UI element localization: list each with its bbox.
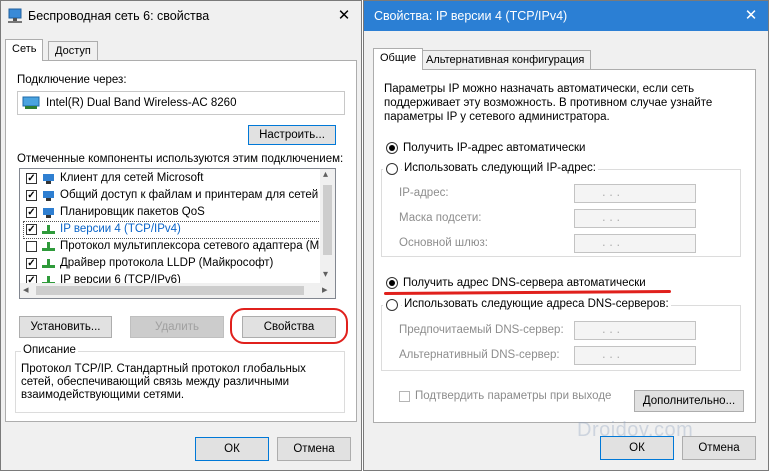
- scroll-left-icon[interactable]: ◂: [23, 283, 29, 296]
- radio-manual-ip-label[interactable]: Использовать следующий IP-адрес:: [402, 162, 598, 174]
- component-row-2[interactable]: ✓ Планировщик пакетов QoS: [24, 205, 320, 221]
- configure-button[interactable]: Настроить...: [248, 125, 336, 145]
- scroll-down-icon[interactable]: ▾: [323, 269, 328, 280]
- component-checkbox-3[interactable]: ✓: [26, 224, 37, 235]
- components-label: Отмеченные компоненты используются этим …: [17, 153, 344, 165]
- file-sharing-icon: [43, 191, 54, 201]
- protocol-icon: [42, 259, 55, 268]
- description-line-2: взаимодействующими сетями.: [21, 389, 185, 401]
- component-row-5[interactable]: ✓ Драйвер протокола LLDP (Майкрософт): [24, 256, 320, 272]
- network-properties-window: Беспроводная сеть 6: свойства ✕ Сеть Дос…: [0, 0, 362, 471]
- protocol-icon: [42, 225, 55, 234]
- tab-general[interactable]: Общие: [373, 48, 424, 70]
- components-list: ✓ Клиент для сетей Microsoft ✓ Общий дос…: [19, 168, 336, 299]
- left-tab-panel: Подключение через: Intel(R) Dual Band Wi…: [5, 60, 357, 422]
- gateway-input[interactable]: . . .: [574, 234, 696, 253]
- component-checkbox-2[interactable]: ✓: [26, 207, 37, 218]
- subnet-label: Маска подсети:: [399, 212, 482, 224]
- radio-manual-ip[interactable]: [386, 163, 398, 175]
- component-label-2: Планировщик пакетов QoS: [60, 206, 205, 218]
- component-row-0[interactable]: ✓ Клиент для сетей Microsoft: [24, 171, 320, 187]
- component-checkbox-1[interactable]: ✓: [26, 190, 37, 201]
- right-window-title: Свойства: IP версии 4 (TCP/IPv4): [374, 9, 568, 23]
- ip-address-dots: . . .: [602, 184, 621, 199]
- tab-sharing[interactable]: Доступ: [48, 41, 98, 61]
- intro-line-1: поддерживает эту возможность. В противно…: [384, 97, 713, 109]
- scroll-up-icon[interactable]: ▴: [323, 169, 328, 180]
- component-label-1: Общий доступ к файлам и принтерам для се…: [60, 189, 334, 201]
- radio-auto-dns[interactable]: [386, 277, 398, 289]
- left-titlebar[interactable]: Беспроводная сеть 6: свойства ✕: [1, 1, 361, 31]
- subnet-input[interactable]: . . .: [574, 209, 696, 228]
- component-label-0: Клиент для сетей Microsoft: [60, 172, 204, 184]
- scroll-thumb[interactable]: [323, 185, 332, 255]
- properties-highlight-ellipse: [230, 308, 348, 344]
- component-label-5: Драйвер протокола LLDP (Майкрософт): [60, 257, 274, 269]
- preferred-dns-input[interactable]: . . .: [574, 321, 696, 340]
- client-network-icon: [43, 174, 54, 184]
- alternate-dns-dots: . . .: [602, 346, 621, 361]
- left-ok-button[interactable]: ОК: [195, 437, 269, 461]
- tab-network[interactable]: Сеть: [5, 39, 44, 61]
- radio-auto-ip-label[interactable]: Получить IP-адрес автоматически: [403, 142, 585, 154]
- advanced-button[interactable]: Дополнительно...: [634, 390, 744, 412]
- component-checkbox-4[interactable]: [26, 241, 37, 252]
- preferred-dns-dots: . . .: [602, 321, 621, 336]
- remove-button[interactable]: Удалить: [130, 316, 224, 338]
- component-checkbox-5[interactable]: ✓: [26, 258, 37, 269]
- description-line-1: сетей, обеспечивающий связь между различ…: [21, 376, 290, 388]
- intro-line-0: Параметры IP можно назначать автоматичес…: [384, 83, 695, 95]
- radio-manual-dns-label[interactable]: Использовать следующие адреса DNS-сервер…: [402, 298, 671, 310]
- validate-label[interactable]: Подтвердить параметры при выходе: [415, 390, 611, 402]
- gateway-dots: . . .: [602, 234, 621, 249]
- intro-line-2: параметры IP у сетевого администратора.: [384, 111, 610, 123]
- component-label-3: IP версии 4 (TCP/IPv4): [60, 223, 181, 235]
- left-cancel-button[interactable]: Отмена: [277, 437, 351, 461]
- watermark: Droidov.com: [577, 419, 694, 441]
- left-close-icon[interactable]: ✕: [331, 4, 357, 28]
- alternate-dns-label: Альтернативный DNS-сервер:: [399, 349, 560, 361]
- component-checkbox-0[interactable]: ✓: [26, 173, 37, 184]
- right-tab-panel: Параметры IP можно назначать автоматичес…: [373, 69, 756, 423]
- vertical-scrollbar[interactable]: ▴ ▾: [320, 169, 335, 283]
- left-window-title: Беспроводная сеть 6: свойства: [28, 9, 210, 23]
- network-card-icon: [22, 96, 40, 109]
- ip-address-label: IP-адрес:: [399, 187, 449, 199]
- validate-checkbox[interactable]: [399, 391, 410, 402]
- install-button[interactable]: Установить...: [19, 316, 112, 338]
- tab-alternate-config[interactable]: Альтернативная конфигурация: [419, 50, 592, 70]
- adapter-name: Intel(R) Dual Band Wireless-AC 8260: [46, 97, 237, 109]
- radio-auto-dns-label[interactable]: Получить адрес DNS-сервера автоматически: [403, 277, 646, 289]
- ip-address-input[interactable]: . . .: [574, 184, 696, 203]
- component-row-3[interactable]: ✓ IP версии 4 (TCP/IPv4): [23, 221, 321, 239]
- subnet-dots: . . .: [602, 209, 621, 224]
- horizontal-scrollbar[interactable]: ◂ ▸: [20, 283, 335, 298]
- right-titlebar[interactable]: Свойства: IP версии 4 (TCP/IPv4) ✕: [364, 1, 768, 31]
- radio-auto-ip[interactable]: [386, 142, 398, 154]
- component-label-4: Протокол мультиплексора сетевого адаптер…: [60, 240, 333, 252]
- preferred-dns-label: Предпочитаемый DNS-сервер:: [399, 324, 564, 336]
- network-adapter-icon: [8, 8, 22, 23]
- protocol-icon: [42, 242, 55, 251]
- ipv4-properties-window: Свойства: IP версии 4 (TCP/IPv4) ✕ Общие…: [363, 0, 769, 471]
- hscroll-thumb[interactable]: [36, 286, 304, 295]
- gateway-label: Основной шлюз:: [399, 237, 488, 249]
- component-row-4[interactable]: Протокол мультиплексора сетевого адаптер…: [24, 239, 332, 255]
- adapter-field: Intel(R) Dual Band Wireless-AC 8260: [17, 91, 345, 115]
- component-row-1[interactable]: ✓ Общий доступ к файлам и принтерам для …: [24, 188, 334, 204]
- alternate-dns-input[interactable]: . . .: [574, 346, 696, 365]
- radio-manual-dns[interactable]: [386, 299, 398, 311]
- right-close-icon[interactable]: ✕: [738, 4, 764, 28]
- description-line-0: Протокол TCP/IP. Стандартный протокол гл…: [21, 363, 306, 375]
- scroll-right-icon[interactable]: ▸: [322, 283, 328, 296]
- dns-highlight-underline: [383, 289, 672, 296]
- description-title: Описание: [21, 344, 78, 356]
- connect-via-label: Подключение через:: [17, 74, 127, 86]
- qos-scheduler-icon: [43, 208, 54, 218]
